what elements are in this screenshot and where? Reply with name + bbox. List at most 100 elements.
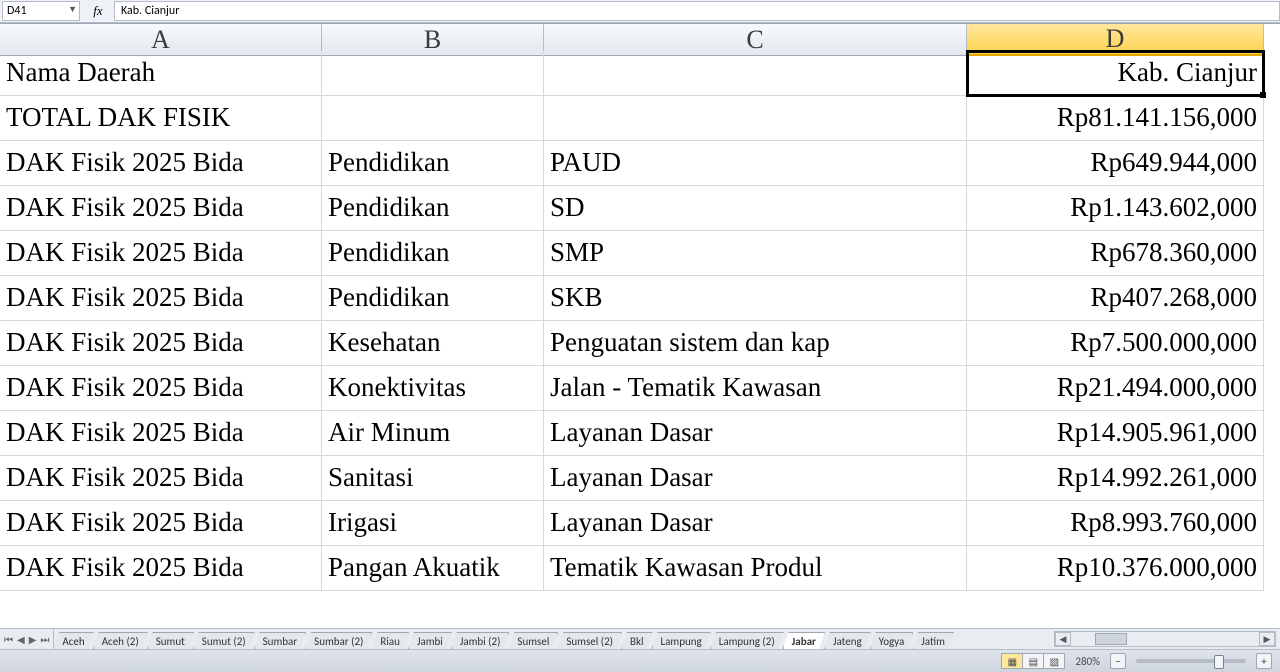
cell[interactable]: Rp10.376.000,000: [967, 546, 1264, 591]
cell[interactable]: Layanan Dasar: [544, 411, 967, 456]
zoom-slider-knob[interactable]: [1214, 655, 1224, 669]
cell[interactable]: Nama Daerah: [0, 51, 322, 96]
zoom-in-button[interactable]: +: [1256, 653, 1272, 669]
name-box-value: D41: [7, 4, 27, 18]
cell[interactable]: Penguatan sistem dan kap: [544, 321, 967, 366]
sheet-tab[interactable]: Riau: [371, 632, 409, 649]
formula-input-value: Kab. Cianjur: [121, 4, 179, 18]
sheet-tab[interactable]: Sumsel: [508, 632, 558, 649]
sheet-tab[interactable]: Jambi: [408, 632, 452, 649]
cell[interactable]: Irigasi: [322, 501, 544, 546]
view-buttons: ▦ ▤ ▧: [1001, 653, 1065, 669]
cell[interactable]: [544, 51, 967, 96]
tab-nav-buttons: ⏮ ◀ ▶ ⏭: [0, 629, 54, 649]
excel-window: D41 ▼ fx Kab. Cianjur ABCD Nama Daerah Ka…: [0, 0, 1280, 672]
worksheet-area[interactable]: ABCD Nama Daerah Kab. Cianjur TOTAL DAK FI…: [0, 23, 1280, 628]
sheet-tab[interactable]: Jabar: [783, 632, 825, 649]
column-headers: ABCD: [0, 24, 1280, 51]
cell[interactable]: Kesehatan: [322, 321, 544, 366]
sheet-tab[interactable]: Jambi (2): [451, 632, 510, 649]
cell-grid[interactable]: Nama Daerah Kab. Cianjur TOTAL DAK FISIK Rp…: [0, 51, 1280, 591]
sheet-tab[interactable]: Yogya: [870, 632, 914, 649]
cell[interactable]: Air Minum: [322, 411, 544, 456]
sheet-tab[interactable]: Sumsel (2): [557, 632, 622, 649]
sheet-tab[interactable]: Sumut: [147, 632, 194, 649]
sheet-tab[interactable]: Sumbar (2): [305, 632, 372, 649]
cell[interactable]: Rp14.905.961,000: [967, 411, 1264, 456]
sheet-tab[interactable]: Jateng: [824, 632, 871, 649]
cell[interactable]: Rp8.993.760,000: [967, 501, 1264, 546]
name-box[interactable]: D41 ▼: [2, 1, 80, 21]
status-bar: ▦ ▤ ▧ 280% − +: [0, 649, 1280, 672]
formula-input[interactable]: Kab. Cianjur: [114, 1, 1280, 21]
cell[interactable]: Layanan Dasar: [544, 501, 967, 546]
cell[interactable]: DAK Fisik 2025 Bida: [0, 276, 322, 321]
cell[interactable]: SMP: [544, 231, 967, 276]
cell[interactable]: Rp649.944,000: [967, 141, 1264, 186]
cell[interactable]: Tematik Kawasan Produl: [544, 546, 967, 591]
cell[interactable]: DAK Fisik 2025 Bida: [0, 546, 322, 591]
cell[interactable]: DAK Fisik 2025 Bida: [0, 456, 322, 501]
zoom-label[interactable]: 280%: [1075, 655, 1100, 668]
tab-next-icon[interactable]: ▶: [29, 633, 37, 646]
cell[interactable]: DAK Fisik 2025 Bida: [0, 366, 322, 411]
cell[interactable]: Pangan Akuatik: [322, 546, 544, 591]
cell[interactable]: [544, 96, 967, 141]
view-page-layout-button[interactable]: ▤: [1023, 654, 1044, 668]
horizontal-scrollbar[interactable]: ◀ ▶: [1054, 631, 1276, 647]
sheet-tabs-bar: ⏮ ◀ ▶ ⏭ AcehAceh (2)SumutSumut (2)Sumbar…: [0, 628, 1280, 649]
cell[interactable]: [322, 96, 544, 141]
sheet-tab[interactable]: Jatim: [912, 632, 954, 649]
cell[interactable]: Kab. Cianjur: [967, 51, 1264, 96]
cell[interactable]: SD: [544, 186, 967, 231]
view-page-break-button[interactable]: ▧: [1044, 654, 1064, 668]
cell[interactable]: DAK Fisik 2025 Bida: [0, 141, 322, 186]
cell[interactable]: Pendidikan: [322, 141, 544, 186]
tab-last-icon[interactable]: ⏭: [40, 633, 49, 646]
zoom-slider[interactable]: [1136, 659, 1246, 663]
sheet-tab[interactable]: Aceh: [54, 632, 93, 649]
cell[interactable]: Konektivitas: [322, 366, 544, 411]
cell[interactable]: Pendidikan: [322, 231, 544, 276]
cell[interactable]: DAK Fisik 2025 Bida: [0, 411, 322, 456]
cell[interactable]: DAK Fisik 2025 Bida: [0, 231, 322, 276]
sheet-tabs: AcehAceh (2)SumutSumut (2)SumbarSumbar (…: [54, 629, 953, 649]
cell[interactable]: Rp1.143.602,000: [967, 186, 1264, 231]
cell[interactable]: Rp81.141.156,000: [967, 96, 1264, 141]
cell[interactable]: DAK Fisik 2025 Bida: [0, 321, 322, 366]
formula-bar: D41 ▼ fx Kab. Cianjur: [0, 0, 1280, 23]
cell[interactable]: Pendidikan: [322, 276, 544, 321]
sheet-tab[interactable]: Bkl: [621, 632, 653, 649]
cell[interactable]: TOTAL DAK FISIK: [0, 96, 322, 141]
scroll-thumb[interactable]: [1095, 633, 1127, 645]
cell[interactable]: Rp14.992.261,000: [967, 456, 1264, 501]
fx-icon: fx: [93, 3, 102, 19]
scroll-left-icon[interactable]: ◀: [1055, 632, 1071, 646]
cell[interactable]: Rp407.268,000: [967, 276, 1264, 321]
cell[interactable]: Rp678.360,000: [967, 231, 1264, 276]
cell[interactable]: PAUD: [544, 141, 967, 186]
cell[interactable]: [322, 51, 544, 96]
cell[interactable]: DAK Fisik 2025 Bida: [0, 501, 322, 546]
fx-button[interactable]: fx: [86, 1, 110, 21]
cell[interactable]: Sanitasi: [322, 456, 544, 501]
cell[interactable]: Jalan - Tematik Kawasan: [544, 366, 967, 411]
sheet-tab[interactable]: Sumbar: [254, 632, 307, 649]
zoom-out-button[interactable]: −: [1110, 653, 1126, 669]
sheet-tab[interactable]: Lampung (2): [710, 632, 784, 649]
horizontal-scroll-area: ◀ ▶: [954, 629, 1280, 649]
chevron-down-icon[interactable]: ▼: [68, 4, 77, 15]
cell[interactable]: Pendidikan: [322, 186, 544, 231]
tab-prev-icon[interactable]: ◀: [17, 633, 25, 646]
cell[interactable]: DAK Fisik 2025 Bida: [0, 186, 322, 231]
sheet-tab[interactable]: Lampung: [652, 632, 711, 649]
view-normal-button[interactable]: ▦: [1002, 654, 1023, 668]
cell[interactable]: Rp21.494.000,000: [967, 366, 1264, 411]
scroll-right-icon[interactable]: ▶: [1259, 632, 1275, 646]
cell[interactable]: Layanan Dasar: [544, 456, 967, 501]
cell[interactable]: SKB: [544, 276, 967, 321]
tab-first-icon[interactable]: ⏮: [4, 633, 13, 646]
sheet-tab[interactable]: Sumut (2): [193, 632, 255, 649]
cell[interactable]: Rp7.500.000,000: [967, 321, 1264, 366]
sheet-tab[interactable]: Aceh (2): [93, 632, 148, 649]
